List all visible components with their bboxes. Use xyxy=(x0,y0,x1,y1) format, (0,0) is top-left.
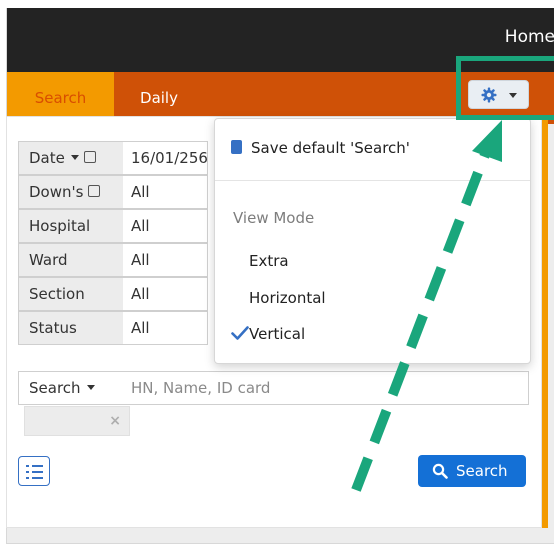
annotation-arrow-head xyxy=(472,120,502,162)
annotation-arrow xyxy=(351,120,502,492)
annotation-arrow-shaft xyxy=(351,150,491,492)
